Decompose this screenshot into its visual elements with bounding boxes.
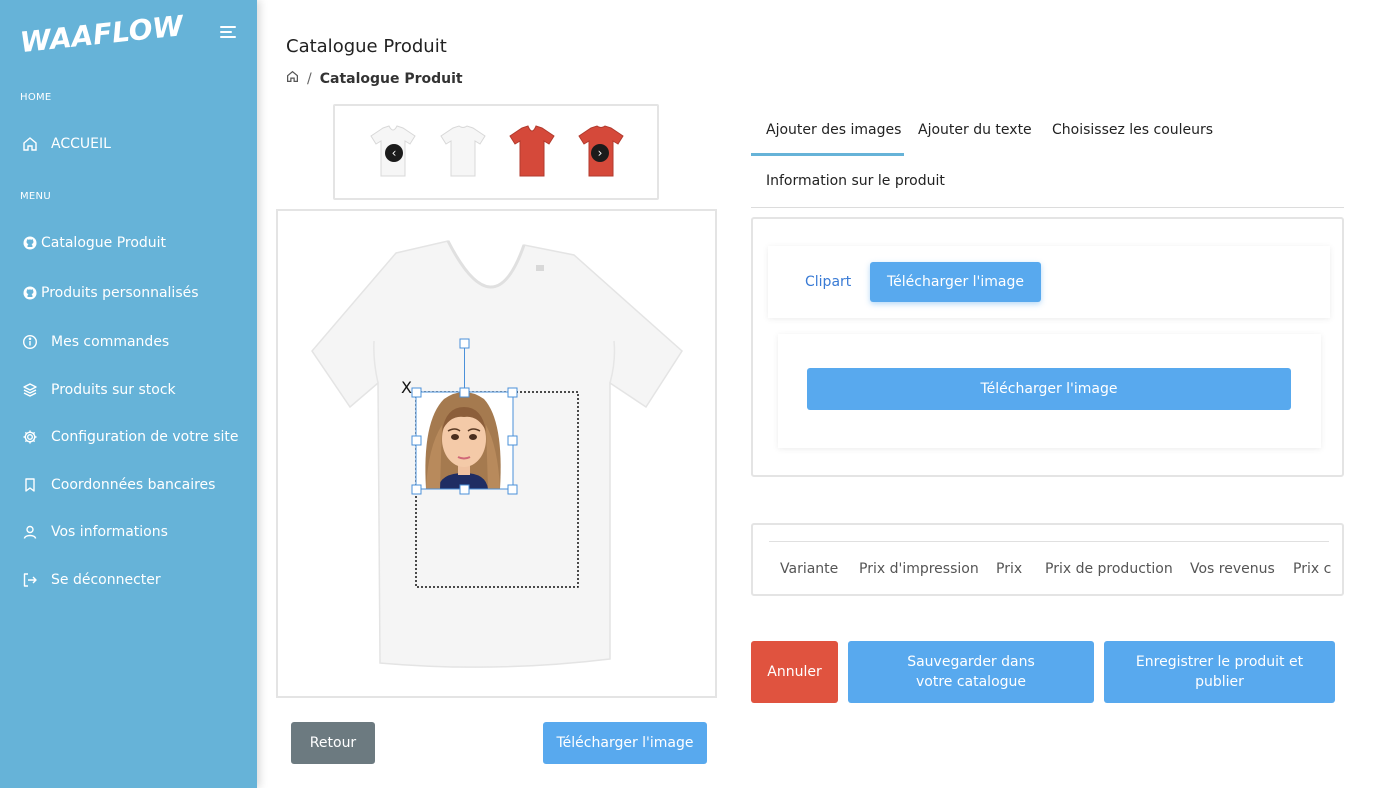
tab-choisissez-couleurs[interactable]: Choisissez les couleurs bbox=[1052, 122, 1213, 138]
avatar-cartoon-image[interactable] bbox=[416, 392, 513, 489]
back-button[interactable]: Retour bbox=[291, 722, 375, 764]
tab-clipart[interactable]: Clipart bbox=[805, 274, 851, 290]
page-title: Catalogue Produit bbox=[286, 36, 447, 57]
sidebar-item-accueil[interactable]: ACCUEIL bbox=[0, 126, 257, 162]
home-icon[interactable] bbox=[286, 70, 299, 87]
tab-ajouter-images[interactable]: Ajouter des images bbox=[766, 122, 901, 138]
design-canvas[interactable]: X bbox=[276, 209, 717, 698]
sidebar-item-catalogue-produit[interactable]: Catalogue Produit bbox=[0, 225, 257, 261]
next-arrow-icon[interactable]: › bbox=[591, 144, 609, 162]
sidebar-item-vos-informations[interactable]: Vos informations bbox=[0, 514, 257, 550]
column-header-vos-revenus: Vos revenus bbox=[1190, 561, 1275, 577]
sidebar-item-label: Catalogue Produit bbox=[41, 235, 167, 251]
table-top-border bbox=[769, 541, 1329, 542]
column-header-prix-c: Prix c bbox=[1293, 561, 1332, 577]
sidebar-item-produits-personnalises[interactable]: Produits personnalisés bbox=[0, 275, 257, 311]
github-icon bbox=[23, 286, 37, 300]
sidebar-item-label: Configuration de votre site bbox=[51, 429, 239, 445]
upload-area: Télécharger l'image bbox=[778, 334, 1321, 448]
delete-object-icon[interactable]: X bbox=[401, 378, 412, 397]
menu-toggle-icon[interactable] bbox=[220, 26, 238, 40]
column-header-prix-impression: Prix d'impression bbox=[859, 561, 979, 577]
tabs-divider bbox=[751, 207, 1344, 208]
image-panel: Clipart Télécharger l'image Télécharger … bbox=[751, 217, 1344, 477]
sidebar-item-mes-commandes[interactable]: Mes commandes bbox=[0, 324, 257, 360]
sidebar-item-label: Produits personnalisés bbox=[41, 285, 199, 301]
active-tab-indicator bbox=[751, 153, 904, 156]
sidebar: WAAFLOW! HOME ACCUEIL MENU Catalogue Pro… bbox=[0, 0, 257, 788]
sidebar-item-label: ACCUEIL bbox=[51, 136, 111, 152]
column-header-variante: Variante bbox=[780, 561, 839, 577]
tab-information-produit[interactable]: Information sur le produit bbox=[766, 173, 945, 189]
column-header-prix: Prix bbox=[996, 561, 1023, 577]
home-section-label: HOME bbox=[20, 92, 52, 103]
rotate-handle[interactable] bbox=[459, 338, 470, 349]
user-icon bbox=[21, 523, 39, 541]
thumbnail-white-back[interactable] bbox=[439, 124, 487, 180]
variant-table: Variante Prix d'impression Prix Prix de … bbox=[751, 523, 1344, 596]
gear-icon bbox=[21, 428, 39, 446]
previous-arrow-icon[interactable]: ‹ bbox=[385, 144, 403, 162]
sidebar-item-se-deconnecter[interactable]: Se déconnecter bbox=[0, 562, 257, 598]
github-icon bbox=[23, 236, 37, 250]
sidebar-item-produits-sur-stock[interactable]: Produits sur stock bbox=[0, 372, 257, 408]
publish-product-button[interactable]: Enregistrer le produit et publier bbox=[1104, 641, 1335, 703]
sidebar-item-label: Se déconnecter bbox=[51, 572, 161, 588]
thumbnail-red-front[interactable] bbox=[508, 124, 556, 180]
home-icon bbox=[21, 135, 39, 153]
breadcrumb-separator: / bbox=[307, 70, 312, 87]
bookmark-icon bbox=[21, 476, 39, 494]
sidebar-item-label: Mes commandes bbox=[51, 334, 170, 350]
layers-icon bbox=[21, 381, 39, 399]
info-icon bbox=[21, 333, 39, 351]
breadcrumb-current: Catalogue Produit bbox=[319, 70, 463, 87]
logout-icon bbox=[21, 571, 39, 589]
sidebar-item-label: Produits sur stock bbox=[51, 382, 176, 398]
sidebar-item-coordonnees-bancaires[interactable]: Coordonnées bancaires bbox=[0, 467, 257, 503]
waaflow-logo[interactable]: WAAFLOW! bbox=[18, 8, 197, 59]
svg-text:WAAFLOW!: WAAFLOW! bbox=[18, 12, 183, 58]
sidebar-item-configuration[interactable]: Configuration de votre site bbox=[0, 419, 257, 455]
cancel-button[interactable]: Annuler bbox=[751, 641, 838, 703]
upload-image-button[interactable]: Télécharger l'image bbox=[543, 722, 707, 764]
save-catalogue-button[interactable]: Sauvegarder dans votre catalogue bbox=[848, 641, 1094, 703]
upload-image-panel-button[interactable]: Télécharger l'image bbox=[807, 368, 1291, 410]
image-source-tabs: Clipart Télécharger l'image bbox=[768, 246, 1330, 318]
tab-upload-image[interactable]: Télécharger l'image bbox=[870, 262, 1041, 302]
menu-section-label: MENU bbox=[20, 191, 51, 202]
column-header-prix-production: Prix de production bbox=[1045, 561, 1173, 577]
product-thumbnail-strip: ‹ › bbox=[333, 104, 659, 200]
breadcrumb: / Catalogue Produit bbox=[286, 70, 463, 87]
sidebar-item-label: Coordonnées bancaires bbox=[51, 477, 216, 493]
sidebar-item-label: Vos informations bbox=[51, 524, 168, 540]
tab-ajouter-texte[interactable]: Ajouter du texte bbox=[918, 122, 1032, 138]
